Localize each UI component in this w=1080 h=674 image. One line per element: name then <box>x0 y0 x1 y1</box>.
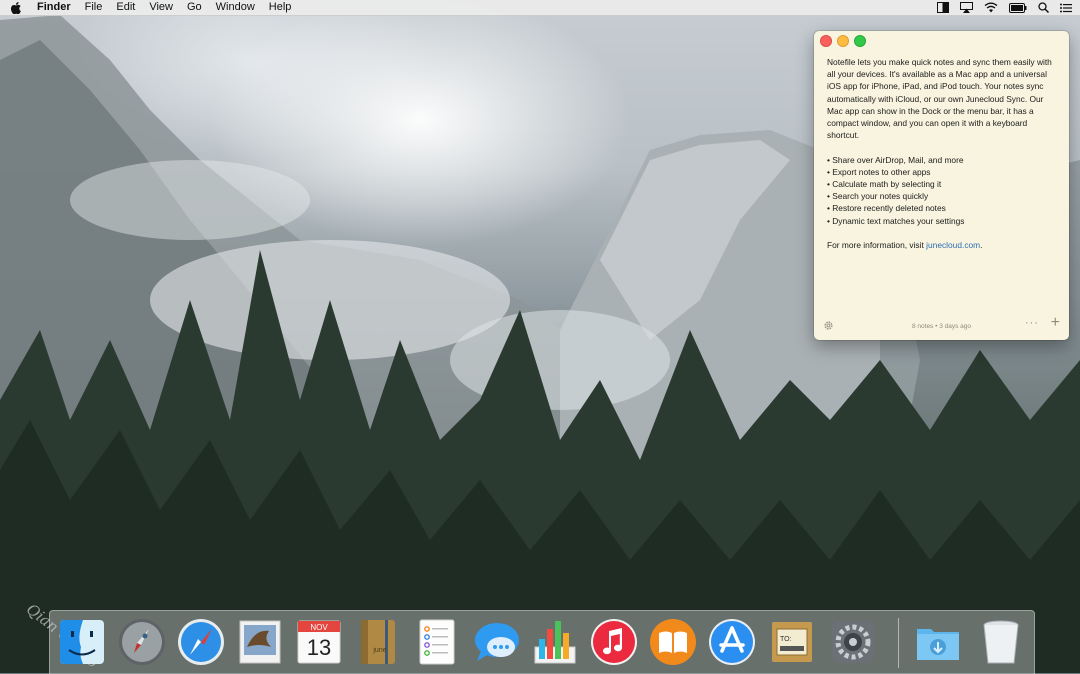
menu-app-name[interactable]: Finder <box>37 0 71 15</box>
messages-icon[interactable] <box>471 617 521 667</box>
junecloud-link[interactable]: junecloud.com <box>926 240 980 250</box>
split-view-icon[interactable] <box>937 2 949 13</box>
system-preferences-icon[interactable] <box>828 617 878 667</box>
menu-bar: Finder File Edit View Go Window Help <box>0 0 1080 16</box>
info-prefix: For more information, visit <box>827 240 927 251</box>
menu-edit[interactable]: Edit <box>116 0 135 15</box>
finder-icon[interactable] <box>57 617 107 667</box>
note-bullet: • Restore recently deleted notes <box>827 203 946 214</box>
notefile-label: june <box>372 647 386 654</box>
notefile-ticket-icon[interactable]: TO: <box>767 617 817 667</box>
menu-window[interactable]: Window <box>216 0 255 15</box>
calendar-day: 13 <box>307 635 331 660</box>
note-text-area[interactable]: Notefile lets you make quick notes and s… <box>827 56 1059 251</box>
mail-icon[interactable] <box>235 617 285 667</box>
menu-view[interactable]: View <box>149 0 173 15</box>
menu-go[interactable]: Go <box>187 0 202 15</box>
numbers-icon[interactable] <box>530 617 580 667</box>
calendar-icon[interactable]: NOV 13 <box>294 617 344 667</box>
note-info-line: For more information, visit junecloud.co… <box>827 239 1059 251</box>
more-options-button[interactable]: ··· <box>1025 317 1039 329</box>
downloads-folder-icon[interactable] <box>913 617 963 667</box>
apple-menu-icon[interactable] <box>11 1 25 14</box>
reminders-icon[interactable] <box>412 617 462 667</box>
close-button[interactable] <box>820 35 832 47</box>
calendar-month: NOV <box>310 623 328 632</box>
add-note-button[interactable]: + <box>1051 315 1060 331</box>
note-paragraph: Notefile lets you make quick notes and s… <box>827 57 1052 141</box>
note-bullet: • Dynamic text matches your settings <box>827 215 965 226</box>
safari-icon[interactable] <box>176 617 226 667</box>
menu-help[interactable]: Help <box>269 0 292 15</box>
menu-file[interactable]: File <box>85 0 103 15</box>
wifi-icon[interactable] <box>984 2 998 13</box>
airplay-icon[interactable] <box>960 2 973 13</box>
menu-extras <box>926 0 1072 15</box>
minimize-button[interactable] <box>837 35 849 47</box>
info-suffix: . <box>980 240 983 251</box>
launchpad-icon[interactable] <box>117 617 167 667</box>
dock-separator <box>898 618 899 668</box>
note-bullet: • Search your notes quickly <box>827 191 929 202</box>
note-bullet: • Export notes to other apps <box>827 166 931 177</box>
ticket-label: TO: <box>780 636 792 643</box>
zoom-button[interactable] <box>854 35 866 47</box>
trash-icon[interactable] <box>976 617 1026 667</box>
ibooks-icon[interactable] <box>648 617 698 667</box>
note-footer: 8 notes • 3 days ago ··· + <box>814 312 1069 340</box>
notefile-icon[interactable]: june <box>353 617 403 667</box>
battery-icon[interactable] <box>1009 2 1027 13</box>
itunes-icon[interactable] <box>589 617 639 667</box>
app-store-icon[interactable] <box>707 617 757 667</box>
spotlight-icon[interactable] <box>1038 2 1049 13</box>
notification-center-icon[interactable] <box>1060 3 1072 13</box>
window-controls <box>820 35 871 47</box>
note-bullet: • Share over AirDrop, Mail, and more <box>827 154 964 165</box>
notefile-window: Notefile lets you make quick notes and s… <box>814 31 1069 340</box>
note-bullet: • Calculate math by selecting it <box>827 179 942 190</box>
